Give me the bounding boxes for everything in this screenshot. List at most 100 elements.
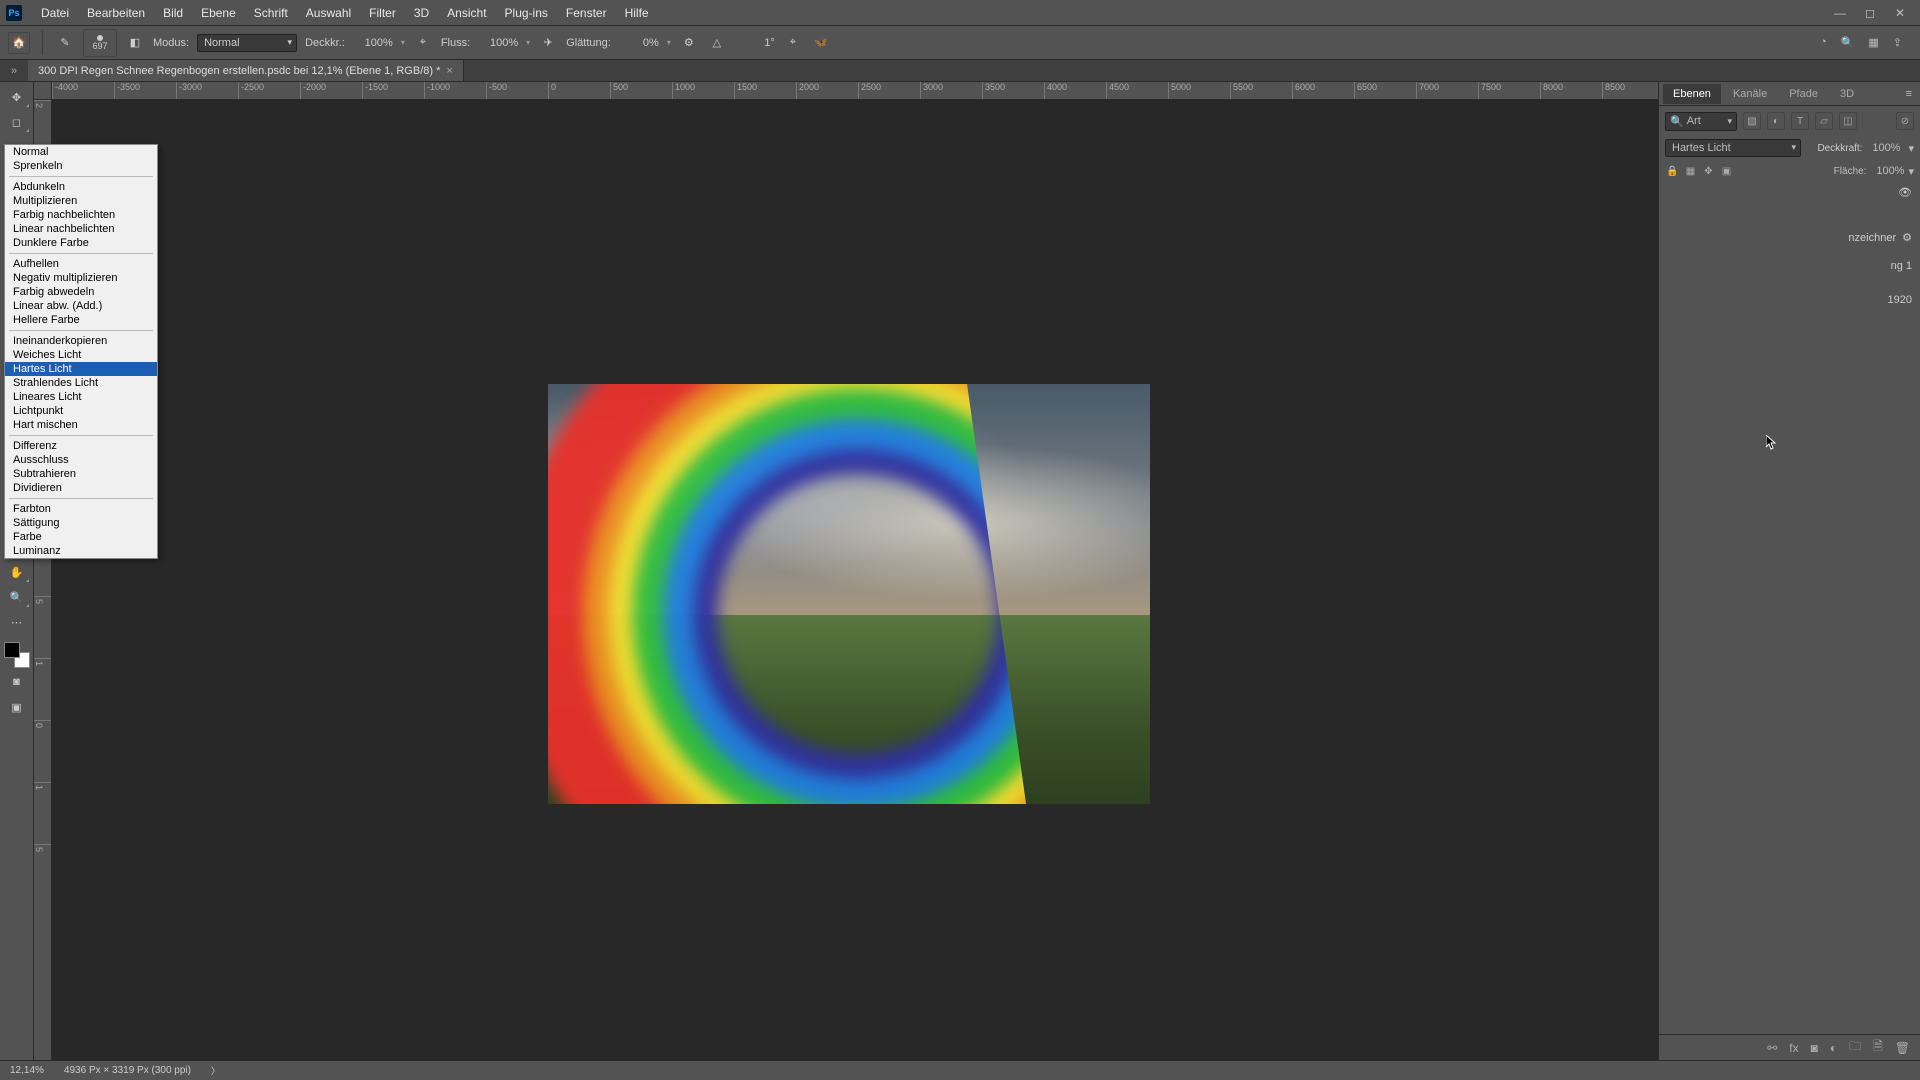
blend-option[interactable]: Hart mischen xyxy=(5,418,157,432)
lock-artboard-icon[interactable]: ▣ xyxy=(1719,164,1734,179)
pressure-size-icon[interactable]: ⌖ xyxy=(783,33,803,53)
doc-info[interactable]: 4936 Px × 3319 Px (300 ppi) xyxy=(64,1065,191,1076)
filter-smart-icon[interactable]: ◫ xyxy=(1839,112,1857,130)
menu-bild[interactable]: Bild xyxy=(154,6,192,20)
foreground-color[interactable] xyxy=(4,642,20,658)
link-layers-icon[interactable]: ⚯ xyxy=(1767,1041,1777,1055)
menu-auswahl[interactable]: Auswahl xyxy=(297,6,360,20)
new-layer-icon[interactable]: 🗎 xyxy=(1873,1037,1883,1058)
zoom-level[interactable]: 12,14% xyxy=(10,1065,44,1076)
tool-preset-icon[interactable]: ✎ xyxy=(55,33,75,53)
menu-3d[interactable]: 3D xyxy=(405,6,438,20)
blend-option[interactable]: Ausschluss xyxy=(5,453,157,467)
brush-preview[interactable]: 697 xyxy=(83,29,117,57)
brush-panel-icon[interactable]: ◧ xyxy=(125,33,145,53)
angle-value[interactable]: 1° xyxy=(735,37,775,49)
layer-fill-value[interactable]: 100% xyxy=(1870,165,1904,177)
layer-filter-type[interactable]: 🔍 Art ▾ xyxy=(1665,112,1737,131)
screenmode-tool[interactable]: ▣ xyxy=(4,696,30,718)
lock-pixels-icon[interactable]: ▦ xyxy=(1683,164,1698,179)
document-tab[interactable]: 300 DPI Regen Schnee Regenbogen erstelle… xyxy=(28,60,464,81)
blend-option[interactable]: Strahlendes Licht xyxy=(5,376,157,390)
hand-tool[interactable]: ✋ xyxy=(4,561,30,583)
blend-option[interactable]: Differenz xyxy=(5,439,157,453)
window-close[interactable]: ✕ xyxy=(1892,6,1908,20)
adjustment-layer-icon[interactable]: ◐ xyxy=(1830,1041,1837,1055)
edit-toolbar[interactable]: ⋯ xyxy=(4,611,30,633)
blend-option[interactable]: Weiches Licht xyxy=(5,348,157,362)
blend-option[interactable]: Hartes Licht xyxy=(5,362,157,376)
panel-tab-pfade[interactable]: Pfade xyxy=(1779,84,1828,104)
blend-option[interactable]: Sprenkeln xyxy=(5,159,157,173)
quickmask-tool[interactable]: ◙ xyxy=(4,671,30,693)
lock-all-icon[interactable]: 🔒 xyxy=(1665,164,1680,179)
smoothing-value[interactable]: 0% xyxy=(619,37,659,49)
blend-option[interactable]: Farbe xyxy=(5,530,157,544)
pressure-opacity-icon[interactable]: ⌖ xyxy=(413,33,433,53)
lock-position-icon[interactable]: ✥ xyxy=(1701,164,1716,179)
blend-option[interactable]: Sättigung xyxy=(5,516,157,530)
share-icon[interactable]: ⇪ xyxy=(1893,36,1902,49)
smoothing-dropdown-icon[interactable]: ▾ xyxy=(667,38,671,47)
menu-plug-ins[interactable]: Plug-ins xyxy=(496,6,557,20)
blend-option[interactable]: Dividieren xyxy=(5,481,157,495)
opacity-value[interactable]: 100% xyxy=(353,37,393,49)
opacity-arrow-icon[interactable]: ▾ xyxy=(1908,142,1914,155)
panel-tab-kanäle[interactable]: Kanäle xyxy=(1723,84,1777,104)
blend-option[interactable]: Lichtpunkt xyxy=(5,404,157,418)
filter-adjust-icon[interactable]: ◐ xyxy=(1767,112,1785,130)
doc-arrows-icon[interactable]: » xyxy=(0,65,28,77)
close-tab-icon[interactable]: × xyxy=(446,65,452,77)
flow-value[interactable]: 100% xyxy=(478,37,518,49)
menu-schrift[interactable]: Schrift xyxy=(245,6,297,20)
menu-ansicht[interactable]: Ansicht xyxy=(438,6,495,20)
blend-mode-select[interactable]: Hartes Licht xyxy=(1665,139,1801,157)
ruler-horizontal[interactable]: -4000-3500-3000-2500-2000-1500-1000-5000… xyxy=(52,82,1658,100)
workspace-icon[interactable]: ▦ xyxy=(1868,36,1878,49)
menu-bearbeiten[interactable]: Bearbeiten xyxy=(78,6,154,20)
home-button[interactable]: 🏠 xyxy=(8,32,30,54)
layer-opacity-value[interactable]: 100% xyxy=(1868,142,1902,154)
filter-type-icon[interactable]: T xyxy=(1791,112,1809,130)
blend-option[interactable]: Subtrahieren xyxy=(5,467,157,481)
zoom-tool[interactable]: 🔍 xyxy=(4,586,30,608)
blend-option[interactable]: Lineares Licht xyxy=(5,390,157,404)
menu-fenster[interactable]: Fenster xyxy=(557,6,616,20)
layer-mask-icon[interactable]: ◙ xyxy=(1811,1041,1818,1055)
filter-icon[interactable]: ⚙ xyxy=(1902,231,1912,244)
ruler-origin[interactable] xyxy=(34,82,52,100)
blend-option[interactable]: Farbig abwedeln xyxy=(5,285,157,299)
color-swatches[interactable] xyxy=(4,642,30,668)
opacity-dropdown-icon[interactable]: ▾ xyxy=(401,38,405,47)
marquee-tool[interactable]: ◻ xyxy=(4,111,30,133)
menu-ebene[interactable]: Ebene xyxy=(192,6,245,20)
blend-option[interactable]: Aufhellen xyxy=(5,257,157,271)
flow-dropdown-icon[interactable]: ▾ xyxy=(526,38,530,47)
menu-datei[interactable]: Datei xyxy=(32,6,78,20)
blend-option[interactable]: Abdunkeln xyxy=(5,180,157,194)
app-logo[interactable]: Ps xyxy=(6,5,22,21)
blend-option[interactable]: Hellere Farbe xyxy=(5,313,157,327)
layer-style-icon[interactable]: fx xyxy=(1789,1041,1798,1055)
blend-option[interactable]: Farbton xyxy=(5,502,157,516)
fill-arrow-icon[interactable]: ▾ xyxy=(1908,165,1914,178)
blend-mode-dropdown[interactable]: NormalSprenkelnAbdunkelnMultiplizierenFa… xyxy=(4,144,158,559)
menu-filter[interactable]: Filter xyxy=(360,6,405,20)
filter-toggle[interactable]: ⊘ xyxy=(1896,112,1914,130)
blend-option[interactable]: Dunklere Farbe xyxy=(5,236,157,250)
delete-layer-icon[interactable]: 🗑 xyxy=(1895,1041,1910,1055)
airbrush-icon[interactable]: ✈ xyxy=(538,33,558,53)
panel-tab-3d[interactable]: 3D xyxy=(1830,84,1864,104)
blend-option[interactable]: Negativ multiplizieren xyxy=(5,271,157,285)
blend-option[interactable]: Linear nachbelichten xyxy=(5,222,157,236)
panel-menu-icon[interactable]: ≡ xyxy=(1902,88,1916,100)
doc-info-arrow-icon[interactable]: 〉 xyxy=(211,1064,220,1077)
filter-pixel-icon[interactable]: ▧ xyxy=(1743,112,1761,130)
mode-select[interactable]: Normal xyxy=(197,34,297,52)
eye-icon[interactable]: 👁 xyxy=(1898,186,1912,199)
move-tool[interactable]: ✥ xyxy=(4,86,30,108)
window-maximize[interactable]: ◻ xyxy=(1862,6,1878,20)
layer-group-icon[interactable]: 🗀 xyxy=(1849,1037,1861,1058)
cloud-docs-icon[interactable]: ◔ xyxy=(1820,36,1827,49)
menu-hilfe[interactable]: Hilfe xyxy=(616,6,658,20)
